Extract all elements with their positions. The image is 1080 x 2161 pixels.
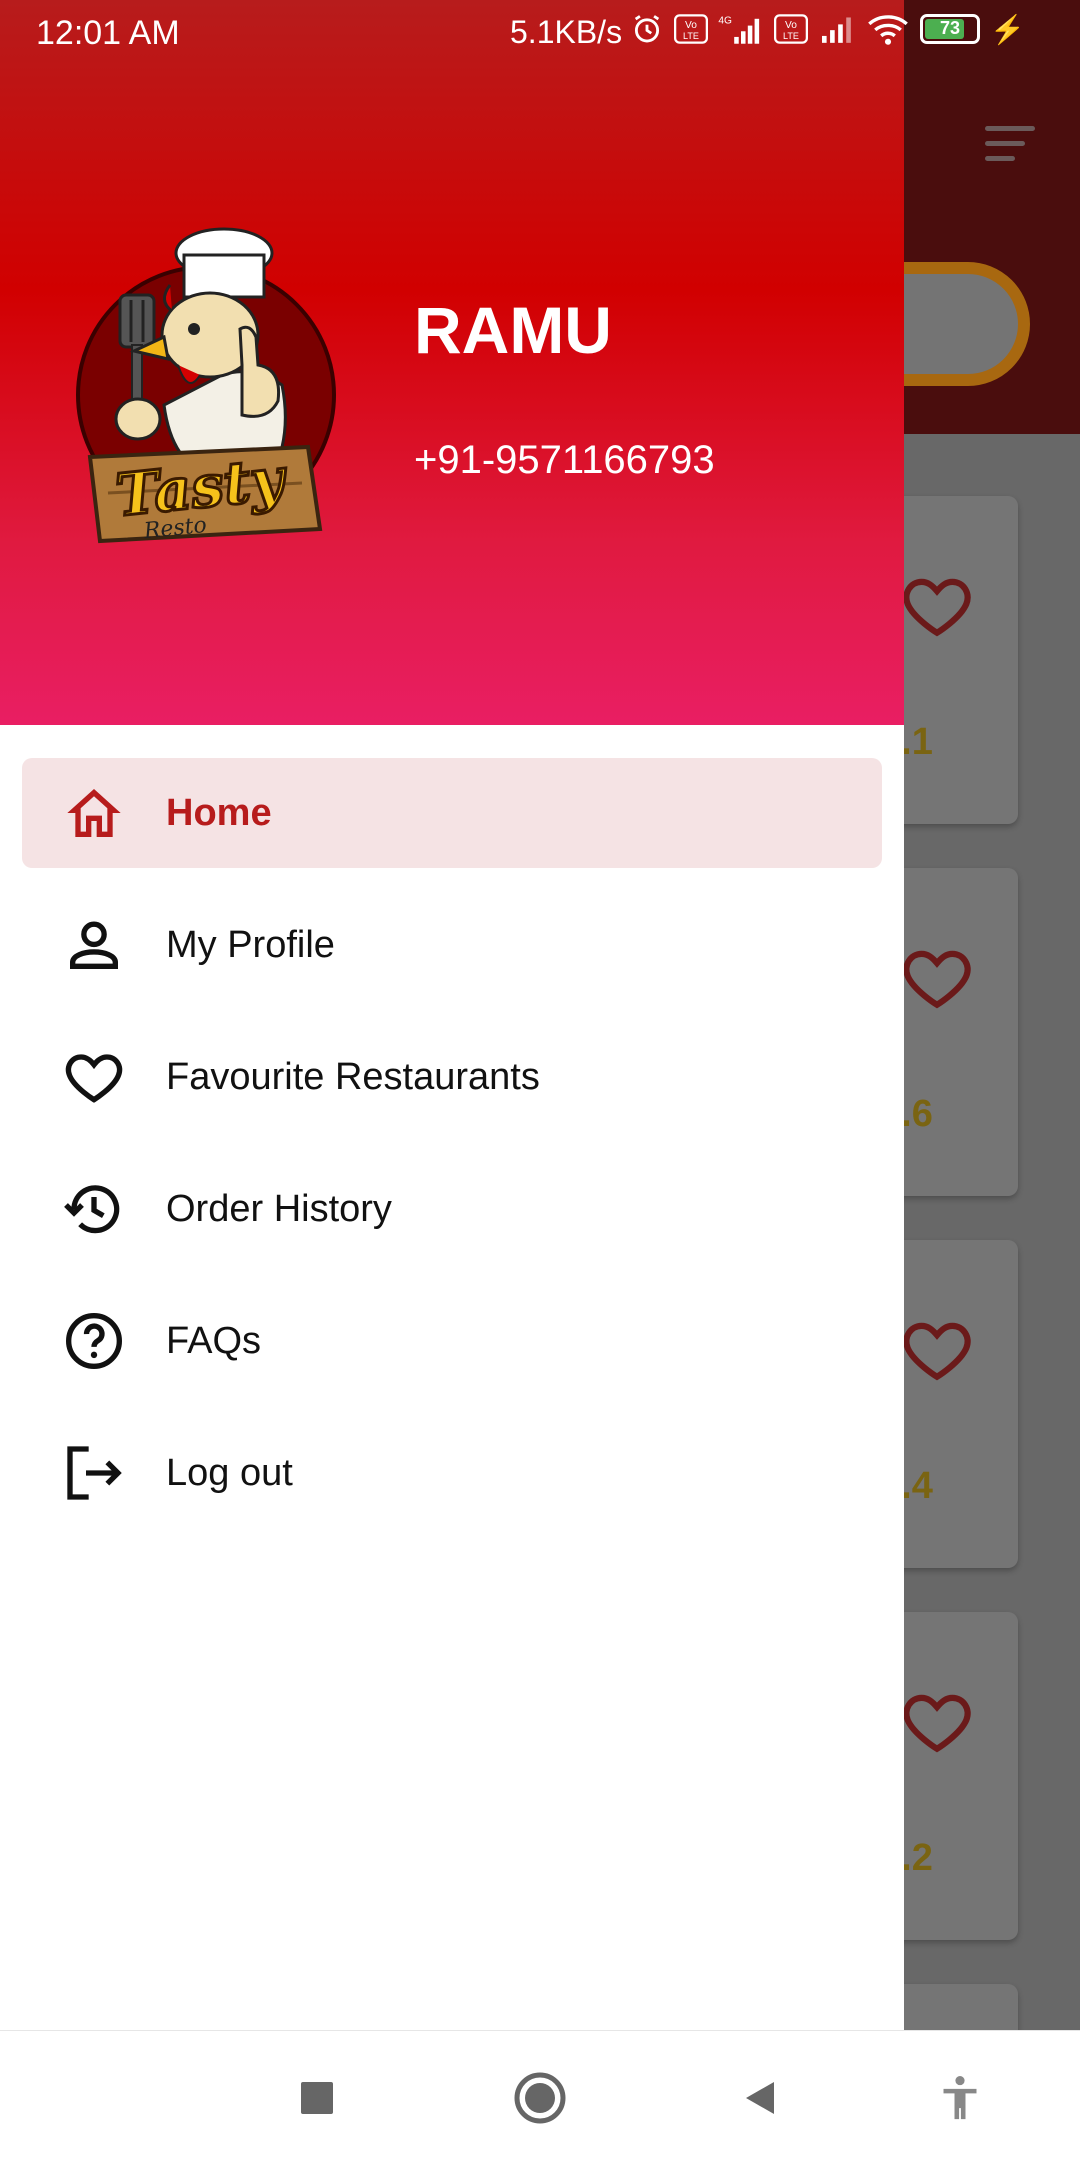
status-time: 12:01 AM — [36, 14, 180, 52]
history-icon — [64, 1185, 120, 1234]
svg-text:LTE: LTE — [683, 31, 699, 41]
menu-item-log-out[interactable]: Log out — [22, 1418, 882, 1528]
status-icons: Vo LTE 4G Vo LTE 73 ⚡ — [630, 12, 1025, 46]
menu-item-faqs[interactable]: FAQs — [22, 1286, 882, 1396]
drawer-menu: Home My Profile Favourite Restaurants Or… — [0, 758, 904, 1550]
battery-icon: 73 — [920, 14, 980, 44]
home-circle-icon — [514, 2072, 566, 2124]
drawer-header: Tasty Resto RAMU +91-9571166793 — [0, 0, 904, 725]
back-icon — [746, 2082, 774, 2114]
menu-item-favourite-restaurants[interactable]: Favourite Restaurants — [22, 1022, 882, 1132]
home-button[interactable] — [505, 2063, 575, 2133]
signal-icon — [822, 17, 851, 43]
menu-item-order-history[interactable]: Order History — [22, 1154, 882, 1264]
user-name: RAMU — [414, 293, 612, 367]
menu-label: Order History — [166, 1187, 392, 1230]
favourite-icon[interactable] — [900, 568, 974, 642]
recents-icon — [301, 2082, 333, 2114]
menu-label: Log out — [166, 1451, 293, 1494]
status-bar: 12:01 AM 5.1KB/s Vo LTE 4G Vo LTE 73 ⚡ — [0, 0, 1080, 66]
favourite-icon[interactable] — [900, 940, 974, 1014]
alarm-icon — [634, 15, 660, 43]
svg-text:Resto: Resto — [142, 513, 208, 545]
menu-label: Favourite Restaurants — [166, 1055, 540, 1098]
user-phone: +91-9571166793 — [414, 438, 715, 482]
svg-text:Vo: Vo — [685, 20, 697, 31]
back-button[interactable] — [725, 2063, 795, 2133]
help-icon — [66, 1313, 122, 1369]
svg-text:LTE: LTE — [783, 31, 799, 41]
system-nav-bar — [0, 2030, 1080, 2161]
volte-icon: VoLTE — [774, 14, 808, 44]
menu-label: Home — [166, 791, 272, 834]
navigation-drawer: Tasty Resto RAMU +91-9571166793 Home My … — [0, 0, 904, 2030]
tasty-resto-logo: Tasty Resto — [76, 227, 336, 545]
wifi-icon — [868, 15, 908, 45]
home-icon — [67, 789, 121, 837]
network-speed: 5.1KB/s — [510, 14, 623, 50]
signal-icon: 4G — [718, 15, 760, 44]
svg-text:4G: 4G — [718, 15, 732, 26]
menu-item-home[interactable]: Home — [22, 758, 882, 868]
svg-text:Vo: Vo — [785, 20, 797, 31]
menu-label: FAQs — [166, 1319, 262, 1362]
logout-icon — [67, 1446, 122, 1500]
volte-icon: VoLTE — [674, 14, 708, 44]
menu-item-my-profile[interactable]: My Profile — [22, 890, 882, 1000]
menu-label: My Profile — [166, 923, 335, 966]
recents-button[interactable] — [282, 2063, 352, 2133]
favourite-icon[interactable] — [900, 1312, 974, 1386]
heart-icon — [65, 1054, 123, 1103]
accessibility-icon — [943, 2076, 977, 2120]
accessibility-button[interactable] — [925, 2063, 995, 2133]
battery-level: 73 — [939, 18, 961, 38]
filter-icon[interactable] — [985, 126, 1035, 171]
person-icon — [70, 921, 118, 969]
favourite-icon[interactable] — [900, 1684, 974, 1758]
charging-icon: ⚡ — [990, 13, 1025, 45]
